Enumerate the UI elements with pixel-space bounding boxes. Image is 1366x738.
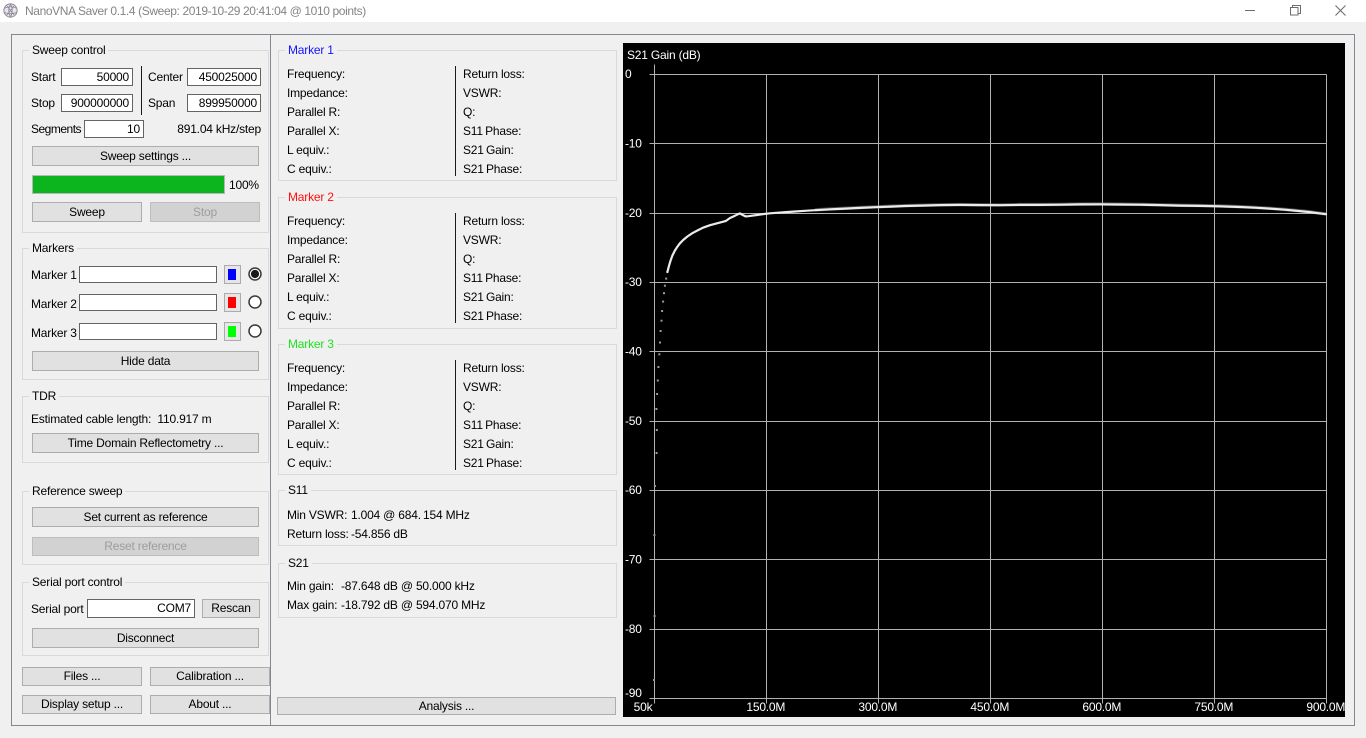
svg-text:-70: -70 [625,553,642,567]
svg-text:450.0M: 450.0M [970,700,1009,714]
svg-text:50k: 50k [634,700,654,714]
svg-text:600.0M: 600.0M [1082,700,1121,714]
svg-text:150.0M: 150.0M [746,700,785,714]
svg-text:0: 0 [625,67,632,81]
svg-text:-80: -80 [625,622,642,636]
svg-text:-10: -10 [625,137,642,151]
svg-text:300.0M: 300.0M [858,700,897,714]
svg-text:-50: -50 [625,414,642,428]
svg-text:-20: -20 [625,206,642,220]
svg-text:-30: -30 [625,275,642,289]
svg-text:-90: -90 [625,686,642,700]
svg-text:-60: -60 [625,483,642,497]
svg-text:S21 Gain (dB): S21 Gain (dB) [627,48,701,62]
svg-text:750.0M: 750.0M [1194,700,1233,714]
svg-text:900.0M: 900.0M [1306,700,1345,714]
svg-text:-40: -40 [625,345,642,359]
